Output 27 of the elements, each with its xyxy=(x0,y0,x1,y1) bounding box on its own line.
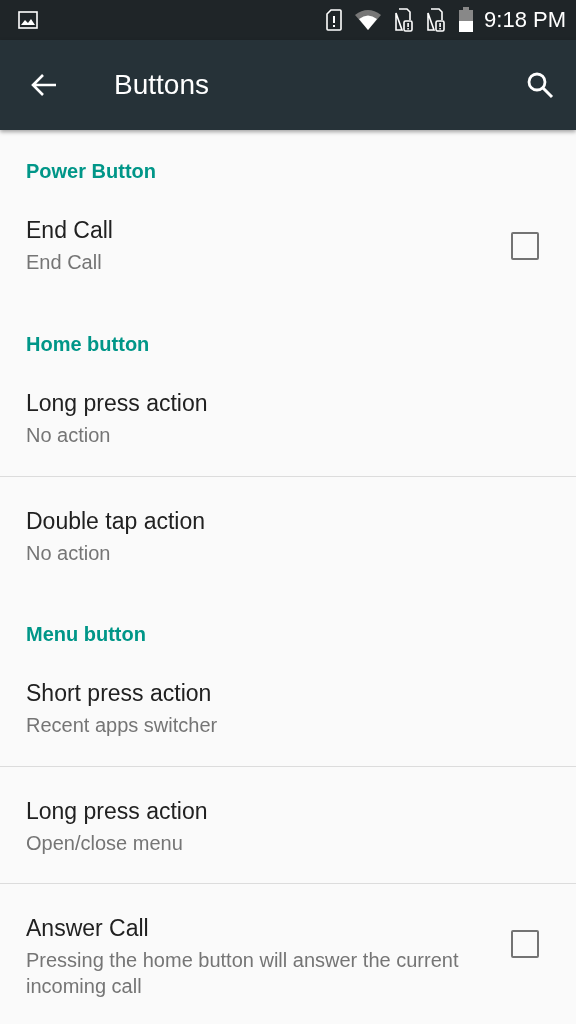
sim-alert-icon xyxy=(426,8,447,32)
setting-summary: Pressing the home button will answer the current incoming call xyxy=(26,948,460,999)
setting-summary: Open/close menu xyxy=(26,831,183,856)
setting-title[interactable]: Short press action xyxy=(26,679,212,707)
section-header: Menu button xyxy=(25,622,147,647)
checkbox[interactable] xyxy=(511,232,539,260)
setting-title[interactable]: Long press action xyxy=(26,389,208,417)
setting-title[interactable]: End Call xyxy=(26,216,113,244)
setting-title[interactable]: Long press action xyxy=(26,797,208,825)
setting-summary: End Call xyxy=(26,250,102,275)
section-header: Power Button xyxy=(25,159,157,184)
setting-summary: Recent apps switcher xyxy=(26,713,218,738)
image-icon xyxy=(18,11,38,29)
sd-card-icon xyxy=(326,9,343,31)
setting-summary: No action xyxy=(26,423,111,448)
search-icon[interactable] xyxy=(526,71,554,99)
status-time: 9:18 PM xyxy=(484,7,566,33)
back-arrow-icon[interactable] xyxy=(30,73,58,97)
setting-title[interactable]: Double tap action xyxy=(26,507,205,535)
sim-alert-icon xyxy=(394,8,415,32)
section-header: Home button xyxy=(25,332,151,357)
wifi-icon xyxy=(354,9,383,31)
screen-title: Buttons xyxy=(114,69,210,101)
setting-summary: No action xyxy=(26,541,111,566)
checkbox[interactable] xyxy=(511,930,539,958)
battery-icon xyxy=(458,7,475,33)
setting-title[interactable]: Answer Call xyxy=(26,914,149,942)
